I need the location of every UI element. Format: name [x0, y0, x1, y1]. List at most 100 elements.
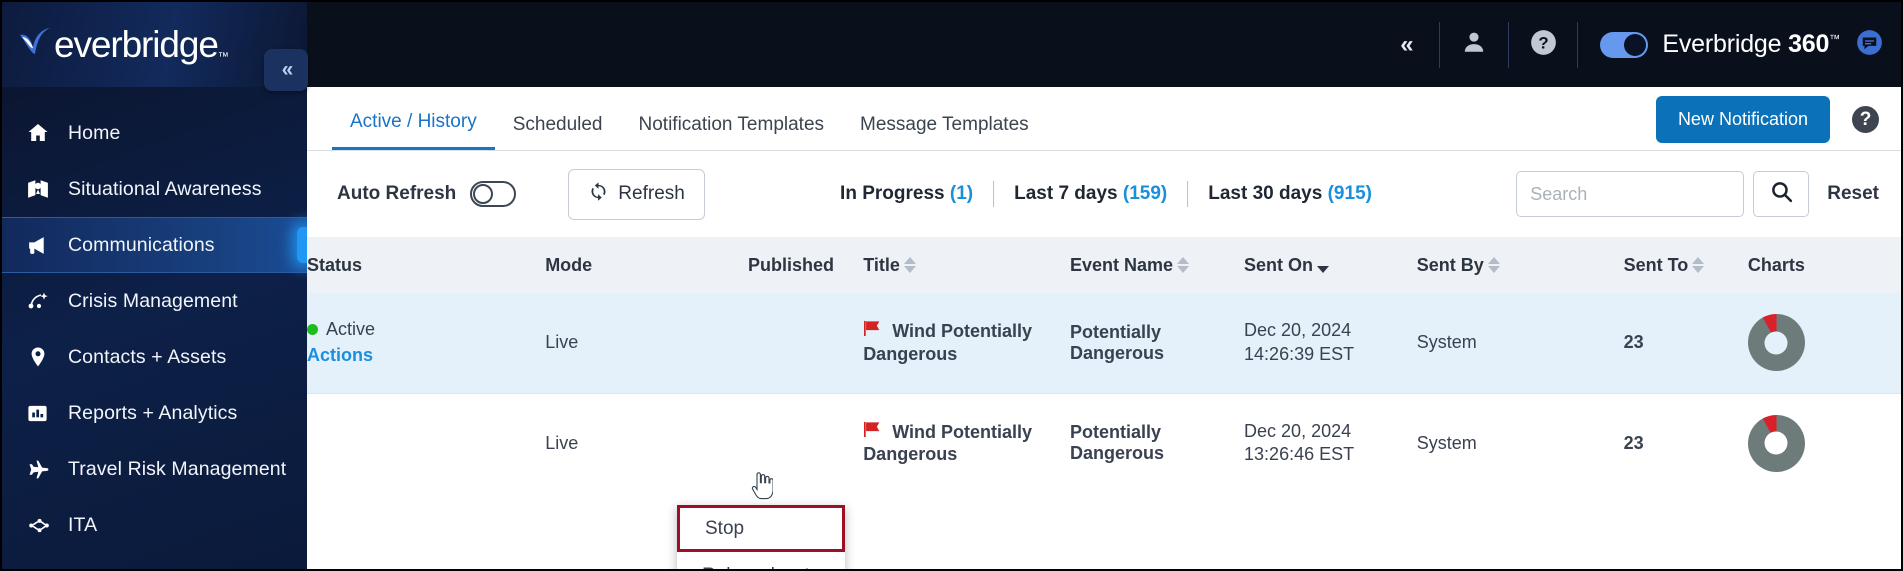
sidebar-item-home[interactable]: Home	[2, 105, 307, 161]
sent-on-time: 13:26:46 EST	[1244, 444, 1355, 465]
table-row[interactable]: Live Wind Potentially Dangerous Potentia…	[307, 393, 1901, 493]
brand-prefix: Everbridge	[1662, 30, 1789, 58]
sidebar-collapse-button[interactable]: «	[264, 49, 308, 91]
filter-last-30-days[interactable]: Last 30 days (915)	[1188, 183, 1392, 205]
sidebar-item-label: Situational Awareness	[68, 177, 262, 200]
top-bar-right: « ? Everbridge 360™	[307, 2, 1901, 87]
double-chevron-left-icon: «	[1400, 30, 1413, 58]
menu-item-stop[interactable]: Stop	[677, 505, 845, 552]
filter-in-progress[interactable]: In Progress (1)	[820, 183, 993, 205]
notifications-table: Status Mode Published Title Event Name S…	[307, 237, 1901, 493]
sort-icon[interactable]	[1692, 257, 1705, 273]
switch-knob	[1624, 33, 1647, 56]
delivery-donut-chart[interactable]	[1747, 314, 1805, 372]
column-published[interactable]: Published	[748, 237, 864, 293]
cell-sent-to: 23	[1623, 332, 1644, 353]
row-actions-link[interactable]: Actions	[307, 345, 373, 366]
divider	[1439, 21, 1441, 68]
bar-chart-icon	[26, 402, 68, 425]
sidebar-item-crisis-management[interactable]: Crisis Management	[2, 273, 307, 329]
filter-label: Last 30 days	[1208, 183, 1323, 204]
filter-last-7-days[interactable]: Last 7 days (159)	[994, 183, 1187, 205]
column-status[interactable]: Status	[307, 237, 546, 293]
everbridge-360-toggle-group[interactable]: Everbridge 360™	[1600, 30, 1840, 59]
column-event-name[interactable]: Event Name	[1069, 237, 1245, 293]
search-button[interactable]	[1753, 171, 1810, 217]
auto-refresh-label: Auto Refresh	[337, 183, 457, 204]
main-content: Active / History Scheduled Notification …	[307, 87, 1901, 570]
sidebar-item-situational-awareness[interactable]: Situational Awareness	[2, 161, 307, 217]
cell-sent-to: 23	[1623, 432, 1644, 453]
column-title[interactable]: Title	[863, 237, 1070, 293]
menu-item-rebroadcast[interactable]: Rebroadcast	[677, 552, 845, 570]
cell-sent-on: Dec 20, 2024 13:26:46 EST	[1244, 393, 1417, 493]
tab-scheduled[interactable]: Scheduled	[495, 114, 621, 150]
logo-text: everbridge	[54, 24, 219, 65]
help-button[interactable]: ?	[1515, 21, 1571, 69]
delivery-donut-chart[interactable]	[1747, 414, 1805, 472]
app-window: everbridge ™ « ? Everbridge 360™ Home Si…	[0, 0, 1903, 571]
filter-label: In Progress	[840, 183, 945, 204]
brand-trademark: ™	[1829, 33, 1840, 46]
sidebar-item-label: Contacts + Assets	[68, 345, 227, 368]
map-pin-icon	[26, 177, 68, 201]
question-mark-icon: ?	[1530, 29, 1557, 61]
everbridge-360-switch[interactable]	[1600, 31, 1649, 58]
sidebar-item-reports-analytics[interactable]: Reports + Analytics	[2, 385, 307, 441]
sidebar-item-label: Reports + Analytics	[68, 401, 238, 424]
cell-charts[interactable]	[1747, 293, 1901, 393]
refresh-label: Refresh	[618, 183, 685, 204]
column-sent-by[interactable]: Sent By	[1416, 237, 1624, 293]
refresh-icon	[588, 181, 609, 208]
column-sent-to[interactable]: Sent To	[1623, 237, 1748, 293]
page-help-icon[interactable]: ?	[1852, 106, 1879, 133]
cell-published	[748, 393, 863, 493]
cell-mode: Live	[545, 432, 579, 453]
filter-label: Last 7 days	[1014, 183, 1118, 204]
sidebar-item-label: Home	[68, 121, 121, 144]
collapse-panel-button[interactable]: «	[1377, 21, 1433, 69]
column-label: Sent To	[1623, 254, 1689, 275]
chat-button[interactable]	[1856, 29, 1883, 61]
column-label: Charts	[1747, 254, 1805, 275]
reset-link[interactable]: Reset	[1827, 183, 1879, 205]
column-label: Sent By	[1416, 254, 1484, 275]
tab-active-history[interactable]: Active / History	[332, 111, 495, 150]
new-notification-button[interactable]: New Notification	[1655, 96, 1830, 143]
cell-status: Active Actions	[307, 293, 545, 393]
toggle-knob	[473, 184, 494, 204]
everbridge-logo[interactable]: everbridge ™	[18, 26, 229, 63]
auto-refresh-toggle[interactable]	[470, 181, 517, 207]
cell-published	[748, 293, 863, 393]
sidebar-item-contacts-assets[interactable]: Contacts + Assets	[2, 329, 307, 385]
brand-area: everbridge ™	[2, 2, 307, 87]
sidebar-item-communications[interactable]: Communications	[2, 217, 307, 273]
tab-notification-templates[interactable]: Notification Templates	[621, 114, 843, 150]
user-account-button[interactable]	[1446, 21, 1502, 69]
sort-icon[interactable]	[1177, 257, 1190, 273]
workflow-icon	[26, 289, 68, 313]
cell-event-name: Potentially Dangerous	[1069, 422, 1164, 464]
cell-charts[interactable]	[1747, 393, 1901, 493]
sort-icon[interactable]	[1487, 257, 1500, 273]
tab-bar-actions: New Notification ?	[1655, 96, 1879, 143]
sidebar-item-travel-risk-management[interactable]: Travel Risk Management	[2, 441, 307, 497]
cell-sent-by: System	[1416, 432, 1477, 453]
refresh-button[interactable]: Refresh	[568, 168, 705, 220]
column-sent-on[interactable]: Sent On	[1244, 237, 1417, 293]
row-actions-menu: Stop Rebroadcast Send Follow Up	[677, 505, 845, 570]
column-label: Status	[307, 254, 363, 275]
sort-icon-desc[interactable]	[1317, 257, 1330, 273]
sort-icon[interactable]	[903, 257, 916, 273]
svg-text:?: ?	[1538, 33, 1548, 52]
table-row[interactable]: Active Actions Live Wind Potentially Dan…	[307, 293, 1901, 393]
column-mode[interactable]: Mode	[545, 237, 749, 293]
sent-on-date: Dec 20, 2024	[1244, 420, 1352, 441]
search-input[interactable]	[1516, 171, 1745, 217]
home-icon	[26, 121, 68, 145]
everbridge-check-icon	[18, 26, 52, 61]
cell-title: Wind Potentially Dangerous	[863, 293, 1070, 393]
tab-message-templates[interactable]: Message Templates	[842, 114, 1047, 150]
location-pin-icon	[26, 345, 68, 369]
sidebar-item-ita[interactable]: ITA	[2, 497, 307, 553]
